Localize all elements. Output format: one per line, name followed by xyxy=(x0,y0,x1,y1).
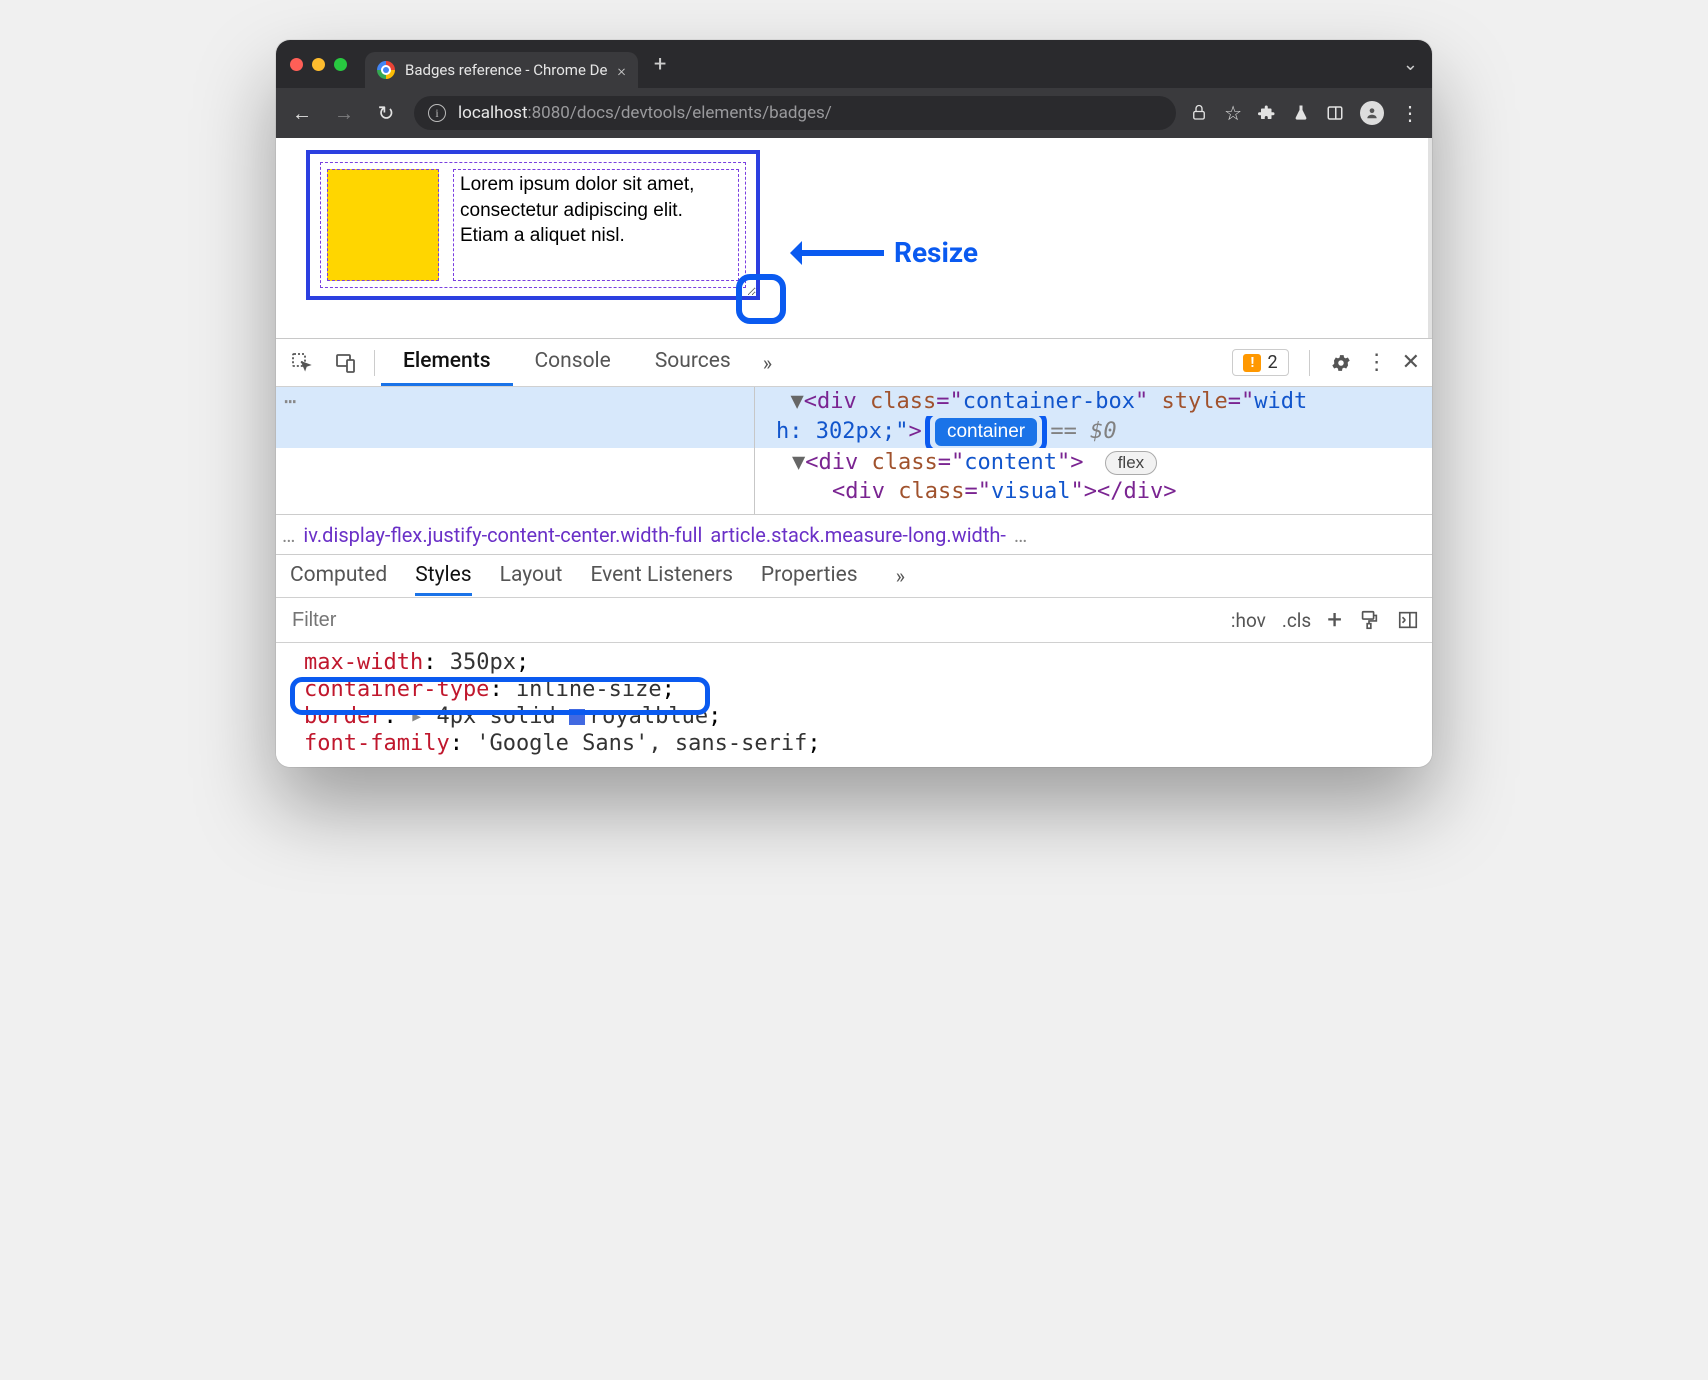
styles-filter-input[interactable] xyxy=(276,609,1219,632)
subtabs-overflow-icon[interactable]: » xyxy=(886,564,915,588)
toolbar-actions: ☆ ⋮ xyxy=(1190,101,1420,125)
demo-content-flex: Lorem ipsum dolor sit amet, consectetur … xyxy=(320,162,746,288)
bookmark-star-icon[interactable]: ☆ xyxy=(1224,101,1242,125)
tab-title: Badges reference - Chrome De xyxy=(405,61,607,79)
tab-elements[interactable]: Elements xyxy=(381,339,513,386)
address-bar[interactable]: i localhost:8080/docs/devtools/elements/… xyxy=(414,96,1176,130)
settings-gear-icon[interactable] xyxy=(1330,352,1352,374)
share-icon[interactable] xyxy=(1190,104,1208,122)
window-controls xyxy=(290,58,347,71)
styles-filter-row: :hov .cls + xyxy=(276,597,1432,643)
tab-close-icon[interactable]: × xyxy=(617,61,625,80)
chrome-favicon-icon xyxy=(377,61,395,79)
subtab-properties[interactable]: Properties xyxy=(761,557,858,596)
window-close[interactable] xyxy=(290,58,303,71)
nav-reload-icon[interactable]: ↻ xyxy=(372,101,400,125)
tab-sources[interactable]: Sources xyxy=(633,339,753,386)
window-maximize[interactable] xyxy=(334,58,347,71)
browser-toolbar: ← → ↻ i localhost:8080/docs/devtools/ele… xyxy=(276,88,1432,138)
issues-badge[interactable]: ! 2 xyxy=(1232,349,1288,376)
dom-ellipsis: ⋯ xyxy=(276,387,304,416)
tabs-overflow-icon[interactable]: ⌄ xyxy=(1403,54,1418,75)
demo-lorem-text: Lorem ipsum dolor sit amet, consectetur … xyxy=(453,169,739,281)
dom-node-content[interactable]: ▼<div class="content"> flex xyxy=(276,448,1432,477)
flex-badge[interactable]: flex xyxy=(1105,451,1157,475)
container-box-demo[interactable]: Lorem ipsum dolor sit amet, consectetur … xyxy=(306,150,760,300)
subtab-layout[interactable]: Layout xyxy=(500,557,563,596)
tab-console[interactable]: Console xyxy=(513,339,633,386)
crumb-2[interactable]: article.stack.measure-long.width- xyxy=(710,523,1006,547)
dom-tree[interactable]: ⋯ ▼<div class="container-box" style="wid… xyxy=(276,387,1432,515)
browser-tab[interactable]: Badges reference - Chrome De × xyxy=(365,52,638,88)
color-swatch-icon[interactable] xyxy=(569,709,585,725)
url-host: localhost xyxy=(458,103,528,123)
devtools-close-icon[interactable]: ✕ xyxy=(1402,350,1420,375)
tabstrip: Badges reference - Chrome De × + xyxy=(365,40,1385,88)
url-path: :8080/docs/devtools/elements/badges/ xyxy=(528,103,832,123)
styles-tabbar: Computed Styles Layout Event Listeners P… xyxy=(276,555,1432,597)
kebab-menu-icon[interactable]: ⋮ xyxy=(1400,101,1420,125)
devtools-menu-icon[interactable]: ⋮ xyxy=(1366,350,1388,375)
dom-breadcrumbs[interactable]: … iv.display-flex.justify-content-center… xyxy=(276,515,1432,555)
nav-back-icon[interactable]: ← xyxy=(288,101,316,126)
dom-node-visual[interactable]: <div class="visual"></div> xyxy=(276,477,1432,506)
new-tab-button[interactable]: + xyxy=(648,52,672,77)
device-toggle-icon[interactable] xyxy=(324,351,368,375)
styles-rules[interactable]: max-width: 350px; container-type: inline… xyxy=(276,643,1432,767)
dom-node-container-box[interactable]: ⋯ ▼<div class="container-box" style="wid… xyxy=(276,387,1432,416)
demo-visual-square xyxy=(327,169,439,281)
arrow-icon xyxy=(794,250,884,256)
side-panel-icon[interactable] xyxy=(1326,104,1344,122)
subtab-listeners[interactable]: Event Listeners xyxy=(590,557,732,596)
devtools-tabbar: Elements Console Sources » ! 2 ⋮ ✕ xyxy=(276,339,1432,387)
container-badge[interactable]: container xyxy=(935,418,1037,446)
extensions-icon[interactable] xyxy=(1258,104,1276,122)
resize-annotation: Resize xyxy=(794,236,978,269)
hov-toggle[interactable]: :hov xyxy=(1231,609,1266,632)
browser-window: Badges reference - Chrome De × + ⌄ ← → ↻… xyxy=(276,40,1432,767)
crumb-1[interactable]: iv.display-flex.justify-content-center.w… xyxy=(303,523,702,547)
warning-icon: ! xyxy=(1243,354,1261,372)
titlebar: Badges reference - Chrome De × + ⌄ xyxy=(276,40,1432,88)
page-content: Lorem ipsum dolor sit amet, consectetur … xyxy=(276,138,1432,338)
new-style-rule-icon[interactable]: + xyxy=(1327,605,1342,635)
subtab-computed[interactable]: Computed xyxy=(290,557,387,596)
issues-count: 2 xyxy=(1267,352,1277,373)
toggle-sidebar-icon[interactable] xyxy=(1396,609,1420,631)
window-minimize[interactable] xyxy=(312,58,325,71)
site-info-icon[interactable]: i xyxy=(428,104,446,122)
subtab-styles[interactable]: Styles xyxy=(415,557,471,596)
profile-avatar-icon[interactable] xyxy=(1360,101,1384,125)
labs-flask-icon[interactable] xyxy=(1292,104,1310,122)
dom-node-container-box-line2[interactable]: h: 302px;"> container == $0 xyxy=(276,416,1432,448)
inspect-element-icon[interactable] xyxy=(280,351,324,375)
devtools: Elements Console Sources » ! 2 ⋮ ✕ ⋯ xyxy=(276,338,1432,767)
tabs-overflow-icon[interactable]: » xyxy=(753,351,782,375)
paint-icon[interactable] xyxy=(1358,609,1380,631)
cls-toggle[interactable]: .cls xyxy=(1282,609,1311,632)
resize-label: Resize xyxy=(894,236,978,269)
nav-forward-icon[interactable]: → xyxy=(330,101,358,126)
